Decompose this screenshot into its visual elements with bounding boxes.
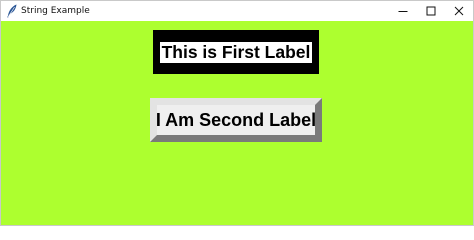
title-bar[interactable]: String Example	[1, 1, 473, 21]
first-label-text: This is First Label	[159, 41, 313, 63]
second-label-text: I Am Second Label	[155, 110, 317, 130]
maximize-icon[interactable]	[417, 1, 445, 21]
second-label: I Am Second Label	[150, 98, 322, 142]
window-controls	[389, 1, 473, 21]
minimize-icon[interactable]	[389, 1, 417, 21]
close-icon[interactable]	[445, 1, 473, 21]
window-content: This is First Label I Am Second Label	[1, 21, 473, 225]
feather-icon	[4, 3, 20, 19]
window-title: String Example	[21, 6, 90, 16]
app-window: String Example This is First Label I Am …	[0, 0, 474, 226]
first-label: This is First Label	[153, 30, 319, 74]
